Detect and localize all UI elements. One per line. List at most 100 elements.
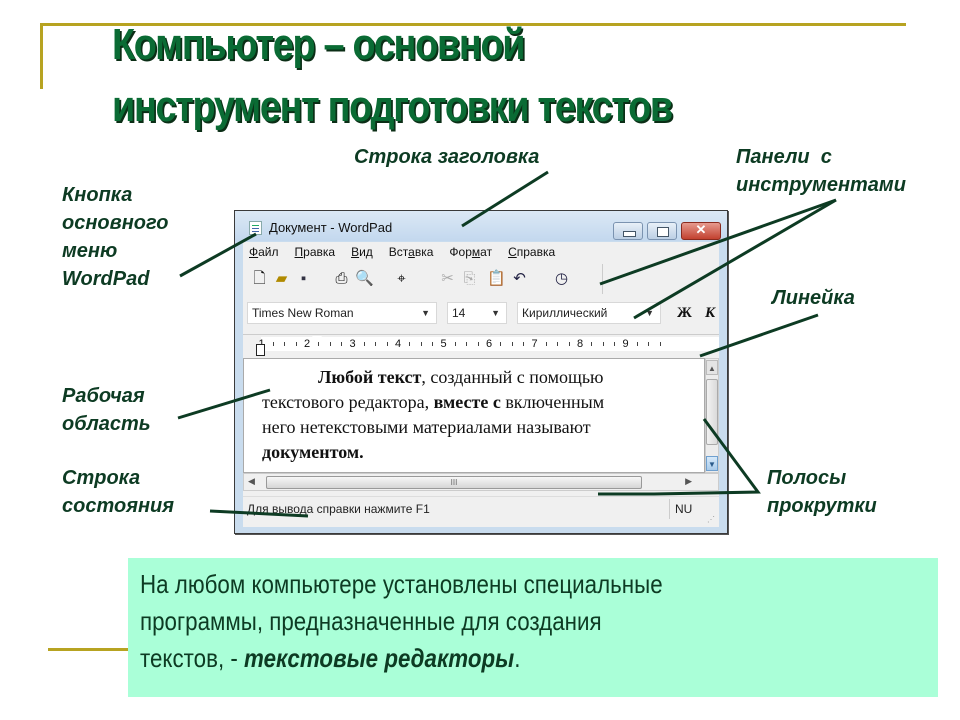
print-icon[interactable]: ⎙ bbox=[333, 270, 350, 288]
ruler-tick bbox=[272, 342, 274, 346]
print-preview-icon[interactable]: 🔍 bbox=[355, 270, 374, 288]
font-size-value: 14 bbox=[452, 306, 466, 320]
wordpad-window: Документ - WordPad Файл Правка Вид Встав… bbox=[234, 210, 728, 534]
label-menu-button-line-4: WordPad bbox=[62, 268, 150, 290]
label-menu-button-line-3: меню bbox=[62, 240, 118, 262]
ruler-number: 8 bbox=[577, 338, 584, 350]
menu-edit-accel: П bbox=[294, 245, 304, 259]
chevron-down-icon: ▼ bbox=[421, 308, 430, 318]
ruler-tick bbox=[329, 342, 331, 346]
undo-icon[interactable]: ↶ bbox=[511, 270, 528, 288]
ruler-tick bbox=[432, 342, 434, 346]
menu-insert[interactable]: Вставка bbox=[389, 242, 434, 262]
status-indicator: NU bbox=[675, 502, 693, 516]
paste-icon[interactable]: 📋 bbox=[487, 270, 506, 288]
wordpad-app-icon[interactable] bbox=[249, 221, 262, 235]
menu-help[interactable]: Справка bbox=[508, 242, 555, 262]
ruler-tick bbox=[466, 342, 468, 346]
ruler-number: 3 bbox=[349, 338, 356, 350]
label-menu-button: Кнопка основного меню WordPad bbox=[62, 181, 168, 293]
cut-icon[interactable]: ✂ bbox=[439, 270, 456, 288]
window-title: Документ - WordPad bbox=[269, 220, 393, 235]
document-area[interactable]: Любой текст, созданный с помощью текстов… bbox=[243, 358, 705, 473]
ruler-tick bbox=[523, 342, 525, 346]
menu-edit-rest: равка bbox=[303, 245, 336, 259]
vertical-scrollbar[interactable]: ▲ ▼ bbox=[705, 358, 719, 473]
status-separator bbox=[669, 499, 670, 519]
menu-bar: Файл Правка Вид Вставка Формат Справка bbox=[243, 242, 719, 262]
script-select[interactable]: Кириллический ▼ bbox=[517, 302, 661, 324]
doc-line-2-a: текстового редактора, bbox=[262, 392, 434, 412]
doc-line-4: документом. bbox=[262, 440, 704, 465]
doc-line-1-bold: Любой текст bbox=[318, 367, 422, 387]
ruler-tick bbox=[557, 342, 559, 346]
label-scrollbars-line-1: Полосы bbox=[767, 467, 847, 489]
note-line-3-suffix: . bbox=[514, 643, 521, 673]
scroll-down-arrow-icon[interactable]: ▼ bbox=[706, 456, 718, 471]
window-client: Файл Правка Вид Вставка Формат Справка 🗋… bbox=[243, 242, 719, 527]
vertical-scroll-thumb[interactable] bbox=[706, 379, 718, 445]
doc-line-2-b: включенным bbox=[500, 392, 605, 412]
ruler-tick bbox=[375, 342, 377, 346]
label-status-bar: Строка состояния bbox=[62, 464, 174, 520]
doc-line-2-bold: вместе с bbox=[433, 392, 501, 412]
left-indent-marker[interactable] bbox=[256, 344, 265, 356]
menu-edit[interactable]: Правка bbox=[295, 242, 336, 262]
insert-datetime-icon[interactable]: ◷ bbox=[553, 270, 570, 288]
menu-format[interactable]: Формат bbox=[449, 242, 492, 262]
scroll-up-arrow-icon[interactable]: ▲ bbox=[706, 360, 718, 375]
ruler-tick bbox=[568, 342, 570, 346]
menu-insert-accel: а bbox=[408, 245, 415, 259]
slide-title-line-1: Компьютер – основной bbox=[112, 20, 526, 69]
ruler-tick bbox=[420, 342, 422, 346]
first-line-indent-marker[interactable] bbox=[311, 335, 323, 343]
find-icon[interactable]: ⌖ bbox=[393, 270, 410, 288]
font-size-select[interactable]: 14 ▼ bbox=[447, 302, 507, 324]
horizontal-scroll-thumb[interactable]: III bbox=[266, 476, 642, 489]
menu-file[interactable]: Файл bbox=[249, 242, 279, 262]
label-toolbars-line-1: Панели с bbox=[736, 146, 832, 168]
ruler[interactable]: 123456789 bbox=[243, 334, 719, 356]
open-icon[interactable]: ▰ bbox=[273, 270, 290, 288]
italic-button[interactable]: К bbox=[705, 305, 715, 322]
label-work-area-line-2: область bbox=[62, 413, 151, 435]
ruler-tick bbox=[648, 342, 650, 346]
ruler-number: 5 bbox=[440, 338, 447, 350]
menu-help-rest: правка bbox=[516, 245, 556, 259]
label-ruler: Линейка bbox=[772, 287, 855, 309]
status-text: Для вывода справки нажмите F1 bbox=[247, 502, 430, 516]
ruler-tick bbox=[409, 342, 411, 346]
definition-box: На любом компьютере установлены специаль… bbox=[128, 558, 938, 697]
label-status-bar-line-2: состояния bbox=[62, 495, 175, 517]
status-bar: Для вывода справки нажмите F1 NU ⋰ bbox=[243, 496, 719, 524]
ruler-tick bbox=[386, 342, 388, 346]
doc-line-1: Любой текст, созданный с помощью bbox=[262, 365, 704, 390]
ruler-tick bbox=[602, 342, 604, 346]
new-icon[interactable]: 🗋 bbox=[251, 270, 268, 288]
maximize-button[interactable] bbox=[647, 222, 677, 240]
copy-icon[interactable]: ⎘ bbox=[461, 270, 478, 288]
font-name-select[interactable]: Times New Roman ▼ bbox=[247, 302, 437, 324]
note-term: текстовые редакторы bbox=[244, 643, 515, 673]
scroll-left-arrow-icon[interactable]: ◀ bbox=[248, 476, 255, 487]
bold-button[interactable]: Ж bbox=[677, 305, 692, 322]
ruler-number: 2 bbox=[304, 338, 311, 350]
decor-line-bottom bbox=[48, 648, 130, 651]
doc-line-4-bold: документом. bbox=[262, 442, 364, 462]
scroll-right-arrow-icon[interactable]: ▶ bbox=[685, 476, 692, 487]
resize-grip-icon[interactable]: ⋰ bbox=[707, 508, 717, 524]
minimize-button[interactable] bbox=[613, 222, 643, 240]
label-menu-button-line-1: Кнопка bbox=[62, 184, 133, 206]
ruler-tick bbox=[545, 342, 547, 346]
close-button[interactable] bbox=[681, 222, 721, 240]
horizontal-scrollbar[interactable]: ◀ III ▶ bbox=[243, 473, 719, 491]
menu-view-accel: В bbox=[351, 245, 360, 259]
save-icon[interactable]: ▪ bbox=[295, 270, 312, 288]
ruler-number: 9 bbox=[622, 338, 629, 350]
label-work-area-line-1: Рабочая bbox=[62, 385, 145, 407]
menu-insert-pre: Вст bbox=[388, 245, 409, 259]
title-bar[interactable]: Документ - WordPad bbox=[235, 211, 727, 241]
menu-view[interactable]: Вид bbox=[351, 242, 373, 262]
slide-title: Компьютер – основной инструмент подготов… bbox=[112, 14, 800, 138]
ruler-tick bbox=[284, 342, 286, 346]
